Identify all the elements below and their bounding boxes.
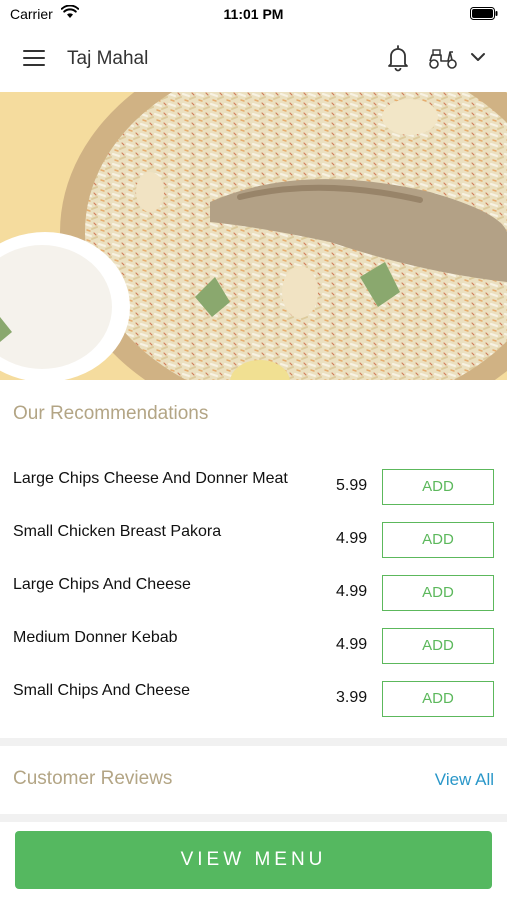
list-item: Medium Donner Kebab 4.99 ADD [0,619,507,672]
item-price: 5.99 [336,477,368,494]
add-button[interactable]: ADD [382,628,494,664]
section-divider [0,738,507,746]
recommendations-list: Large Chips Cheese And Donner Meat 5.99 … [0,460,507,725]
item-price: 4.99 [336,636,368,653]
status-bar: Carrier 11:01 PM [0,0,507,28]
add-button[interactable]: ADD [382,681,494,717]
chevron-down-icon[interactable] [470,51,486,63]
view-menu-button[interactable]: VIEW MENU [15,831,492,889]
list-item: Large Chips And Cheese 4.99 ADD [0,566,507,619]
list-item: Small Chips And Cheese 3.99 ADD [0,672,507,725]
add-button[interactable]: ADD [382,469,494,505]
restaurant-name: Taj Mahal [67,48,149,69]
reviews-title: Customer Reviews [13,768,173,789]
menu-icon[interactable] [23,50,45,68]
section-divider [0,814,507,822]
hero-image [0,92,507,380]
item-price: 3.99 [336,689,368,706]
item-price: 4.99 [336,583,368,600]
add-button[interactable]: ADD [382,575,494,611]
bell-icon[interactable] [386,44,410,72]
battery-icon [470,7,498,20]
status-time: 11:01 PM [223,6,284,22]
recommendations-title: Our Recommendations [13,403,209,424]
item-name: Small Chips And Cheese [13,682,190,699]
list-item: Large Chips Cheese And Donner Meat 5.99 … [0,460,507,513]
list-item: Small Chicken Breast Pakora 4.99 ADD [0,513,507,566]
item-name: Large Chips Cheese And Donner Meat [13,470,288,487]
item-name: Small Chicken Breast Pakora [13,523,222,540]
scooter-icon[interactable] [428,46,458,70]
item-name: Medium Donner Kebab [13,629,178,646]
view-all-link[interactable]: View All [435,770,494,790]
app-header: Taj Mahal [0,28,507,92]
item-name: Large Chips And Cheese [13,576,191,593]
add-button[interactable]: ADD [382,522,494,558]
item-price: 4.99 [336,530,368,547]
